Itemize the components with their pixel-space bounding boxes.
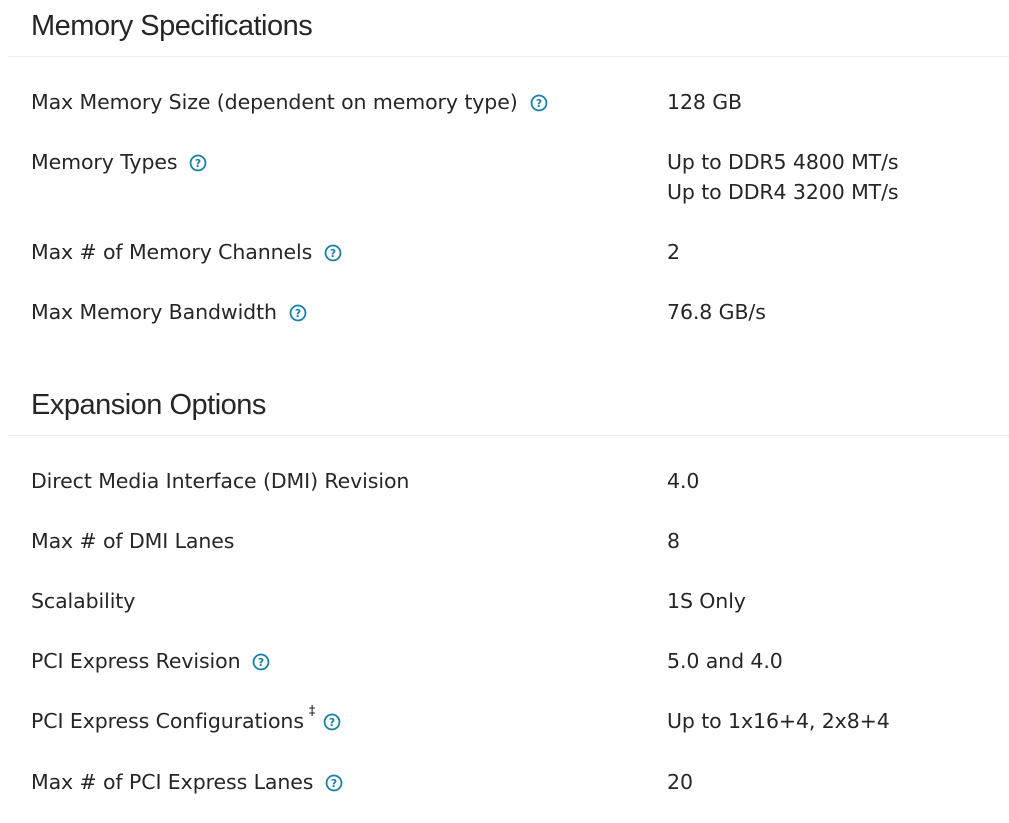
spec-row-scalability: Scalability 1S Only [0,586,1009,616]
spec-label: Max # of PCI Express Lanes [31,770,314,794]
section-title-memory-specifications: Memory Specifications [31,10,313,42]
question-circle-icon[interactable]: ? [323,713,341,731]
question-circle-icon[interactable]: ? [324,244,342,262]
spec-label: Direct Media Interface (DMI) Revision [31,469,410,493]
svg-text:?: ? [536,97,542,110]
spec-row-dmi-revision: Direct Media Interface (DMI) Revision 4.… [0,466,1009,496]
spec-row-max-memory-bandwidth: Max Memory Bandwidth ? 76.8 GB/s [0,297,1009,327]
spec-label: Memory Types [31,150,178,174]
spec-row-pcie-revision: PCI Express Revision ? 5.0 and 4.0 [0,646,1009,676]
svg-text:?: ? [329,716,335,729]
spec-label: PCI Express Revision [31,649,241,673]
spec-label: Max Memory Bandwidth [31,300,277,324]
section-divider [8,435,1009,436]
spec-label: Max Memory Size (dependent on memory typ… [31,90,518,114]
question-circle-icon[interactable]: ? [189,154,207,172]
spec-label: Max # of DMI Lanes [31,529,235,553]
spec-value: 76.8 GB/s [667,300,766,324]
spec-value: Up to DDR5 4800 MT/s [667,150,899,174]
spec-row-pcie-configurations: PCI Express Configurations ‡ ? Up to 1x1… [0,704,1009,736]
spec-label: Scalability [31,589,136,613]
spec-value: 128 GB [667,90,742,114]
question-circle-icon[interactable]: ? [530,94,548,112]
svg-text:?: ? [331,777,337,790]
spec-value: 2 [667,240,680,264]
spec-value: 5.0 and 4.0 [667,649,783,673]
spec-row-memory-types: Memory Types ? Up to DDR5 4800 MT/s Up t… [0,147,1009,207]
spec-value: 1S Only [667,589,746,613]
question-circle-icon[interactable]: ? [289,304,307,322]
question-circle-icon[interactable]: ? [252,653,270,671]
svg-text:?: ? [295,307,301,320]
svg-text:?: ? [195,157,201,170]
spec-label: Max # of Memory Channels [31,240,313,264]
spec-value: 8 [667,529,680,553]
spec-row-max-memory-size: Max Memory Size (dependent on memory typ… [0,87,1009,117]
question-circle-icon[interactable]: ? [325,774,343,792]
section-title-expansion-options: Expansion Options [31,389,266,421]
spec-row-max-dmi-lanes: Max # of DMI Lanes 8 [0,526,1009,556]
svg-text:?: ? [330,247,336,260]
spec-value: 4.0 [667,469,700,493]
spec-value: Up to DDR4 3200 MT/s [667,180,899,204]
spec-row-max-pcie-lanes: Max # of PCI Express Lanes ? 20 [0,767,1009,797]
footnote-marker: ‡ [308,704,316,719]
spec-row-max-memory-channels: Max # of Memory Channels ? 2 [0,237,1009,267]
spec-value: Up to 1x16+4, 2x8+4 [667,709,890,733]
svg-text:?: ? [258,656,264,669]
spec-value: 20 [667,770,693,794]
section-divider [8,56,1009,57]
spec-label: PCI Express Configurations [31,709,304,733]
